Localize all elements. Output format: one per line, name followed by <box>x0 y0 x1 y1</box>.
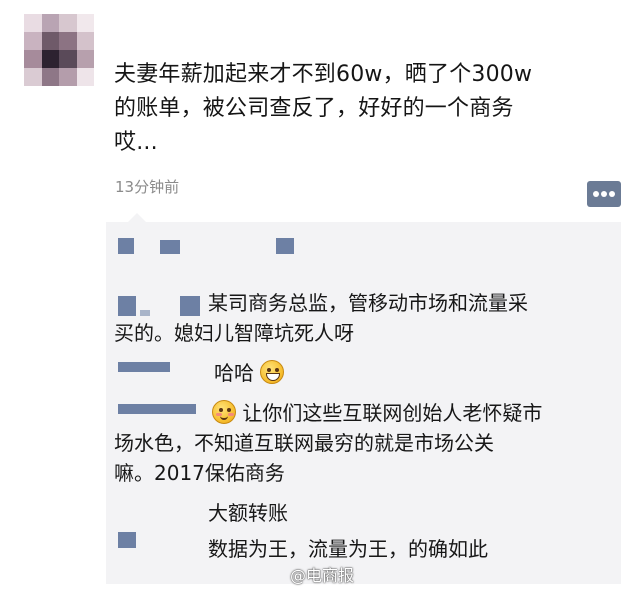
blurred-liker-name[interactable] <box>160 240 180 254</box>
comment-text[interactable]: 大额转账 <box>208 498 508 528</box>
post-text: 夫妻年薪加起来才不到60w，晒了个300w 的账单，被公司查反了，好好的一个商务… <box>114 58 624 160</box>
blurred-liker-name[interactable] <box>118 238 134 254</box>
blurred-commenter-name[interactable] <box>140 310 150 316</box>
comment-text[interactable]: 数据为王，流量为王，的确如此 <box>208 534 618 564</box>
comment-text-line: 嘛。2017保佑商务 <box>114 461 285 485</box>
comment-text-line: 让你们这些互联网创始人老怀疑市 <box>242 401 543 425</box>
comment-text-line: 数据为王，流量为王，的确如此 <box>208 537 488 561</box>
post-timestamp: 13分钟前 <box>115 178 180 196</box>
comment-text[interactable]: 某司商务总监，管移动市场和流量采 <box>208 288 618 318</box>
blushing-emoji-icon <box>212 400 236 424</box>
post-text-line: 夫妻年薪加起来才不到60w，晒了个300w <box>114 62 533 87</box>
post-text-line: 的账单，被公司查反了，好好的一个商务 <box>114 96 514 121</box>
blurred-liker-name[interactable] <box>276 238 294 254</box>
blurred-commenter-name[interactable] <box>118 404 196 414</box>
comment-text-line: 某司商务总监，管移动市场和流量采 <box>208 291 528 315</box>
comment-text[interactable]: 买的。媳妇儿智障坑死人呀 <box>114 318 614 348</box>
watermark: @电商报 <box>290 566 355 585</box>
post-text-line: 哎... <box>114 130 158 155</box>
blurred-commenter-name[interactable] <box>118 362 170 372</box>
blurred-commenter-name[interactable] <box>118 296 136 316</box>
comment-text[interactable]: 让你们这些互联网创始人老怀疑市 <box>212 398 617 428</box>
comment-text[interactable]: 哈哈 <box>214 358 414 388</box>
comment-text-line: 买的。媳妇儿智障坑死人呀 <box>114 321 354 345</box>
laughing-emoji-icon <box>260 360 285 384</box>
avatar[interactable] <box>24 14 94 86</box>
comment-text-line: 大额转账 <box>208 501 288 525</box>
comment-text-line: 哈哈 <box>214 361 254 385</box>
comment-text[interactable]: 嘛。2017保佑商务 <box>114 458 619 488</box>
blurred-commenter-name[interactable] <box>118 532 136 548</box>
blurred-commenter-name[interactable] <box>180 296 200 316</box>
comment-text-line: 场水色，不知道互联网最穷的就是市场公关 <box>114 431 494 455</box>
more-icon[interactable] <box>587 181 621 207</box>
comment-text[interactable]: 场水色，不知道互联网最穷的就是市场公关 <box>114 428 619 458</box>
comment-area: 某司商务总监，管移动市场和流量采 买的。媳妇儿智障坑死人呀 哈哈 让你们这些互联… <box>106 213 621 584</box>
